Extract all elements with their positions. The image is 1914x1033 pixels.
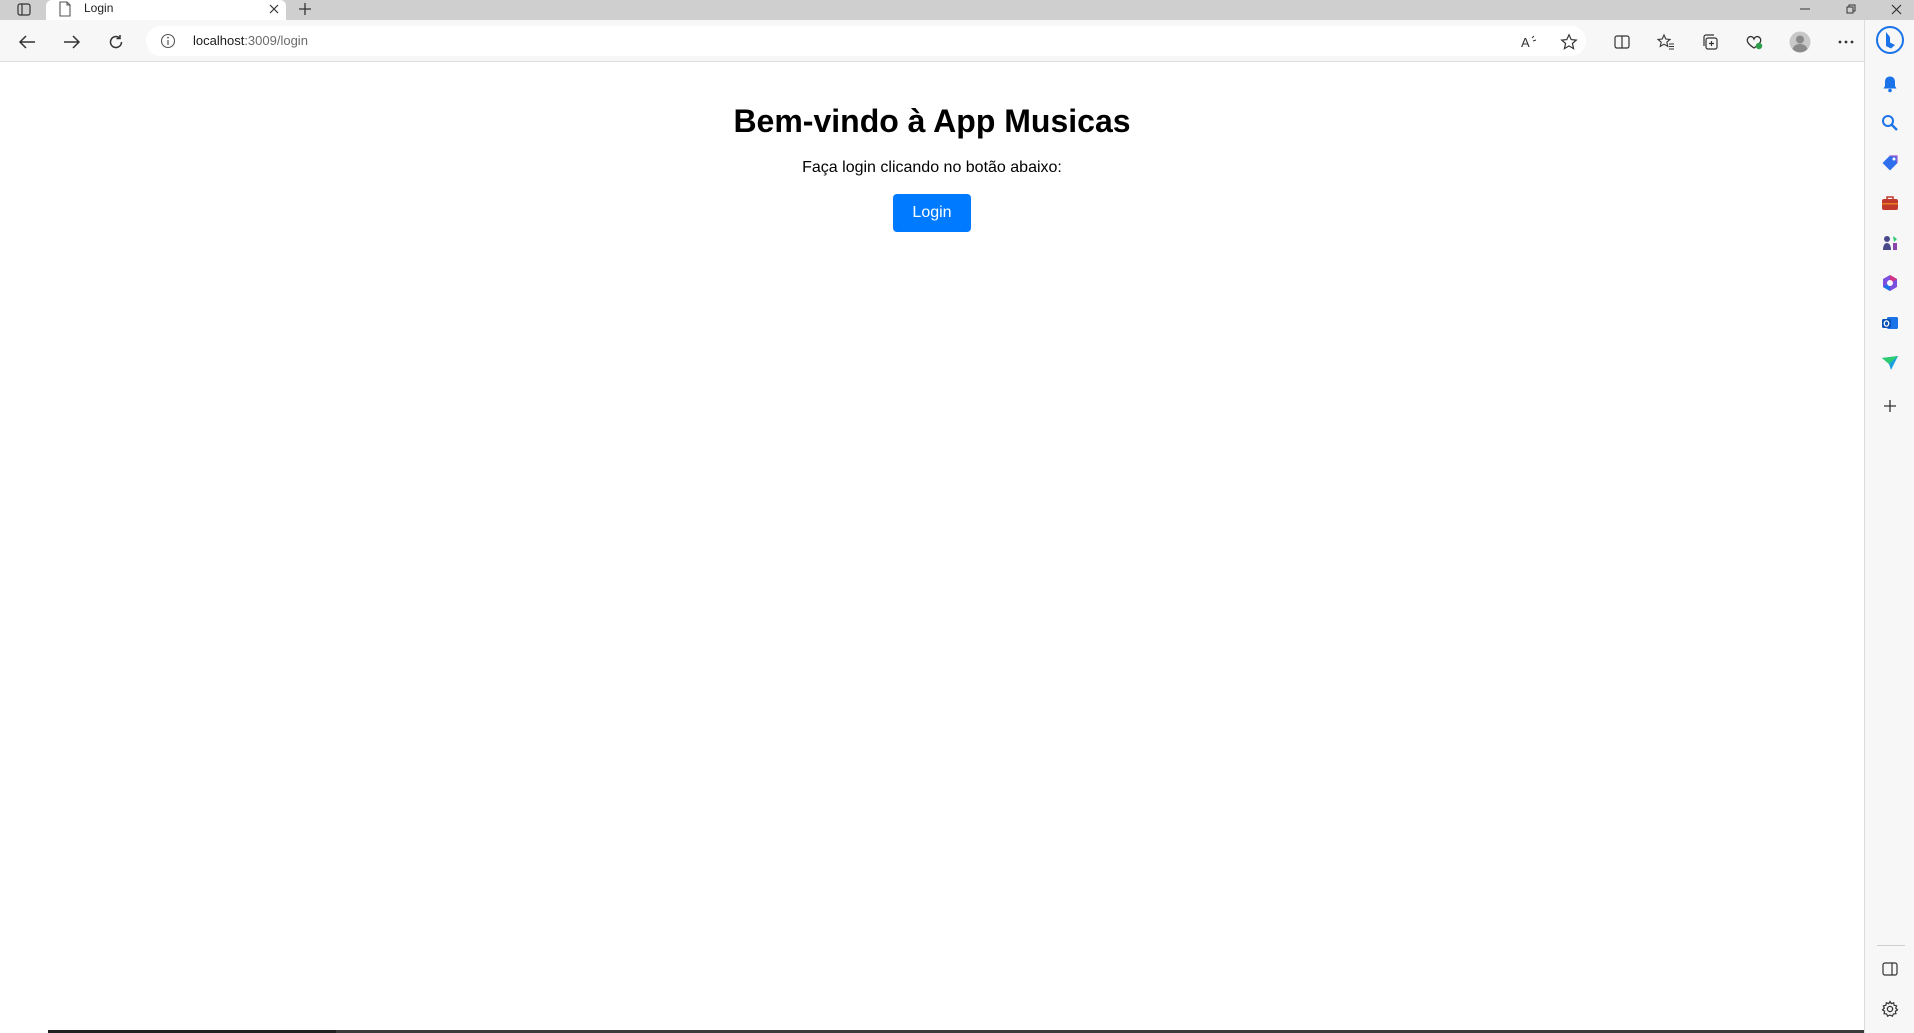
minimize-icon[interactable] [1785, 0, 1825, 18]
settings-icon[interactable] [1876, 995, 1904, 1023]
page-title: Bem-vindo à App Musicas [733, 103, 1131, 139]
page-icon [58, 1, 74, 17]
shopping-icon[interactable] [1876, 149, 1904, 177]
close-window-icon[interactable] [1876, 0, 1914, 18]
tab-strip: Login [0, 0, 1914, 20]
restore-icon[interactable] [1831, 0, 1871, 18]
address-bar[interactable]: localhost:3009/login [146, 26, 1586, 56]
refresh-icon[interactable] [102, 28, 130, 56]
tools-icon[interactable] [1876, 189, 1904, 217]
forward-icon[interactable] [58, 28, 86, 56]
games-icon[interactable] [1876, 229, 1904, 257]
search-icon[interactable] [1876, 109, 1904, 137]
browser-toolbar: localhost:3009/login A [0, 20, 1914, 62]
close-icon[interactable] [265, 0, 283, 18]
url-path: :3009/login [244, 33, 308, 48]
sidebar-divider [1877, 945, 1905, 946]
favorite-star-icon[interactable] [1555, 28, 1583, 56]
info-icon[interactable] [160, 33, 176, 49]
browser-essentials-icon[interactable] [1740, 28, 1768, 56]
tab-title: Login [84, 1, 114, 15]
add-icon[interactable] [1876, 392, 1904, 420]
microsoft-365-icon[interactable] [1876, 269, 1904, 297]
hide-sidebar-icon[interactable] [1876, 955, 1904, 983]
collections-icon[interactable] [1696, 28, 1724, 56]
login-button[interactable]: Login [893, 194, 971, 232]
profile-icon[interactable] [1786, 28, 1814, 56]
back-icon[interactable] [13, 28, 41, 56]
url-host: localhost [193, 33, 245, 48]
bing-copilot-icon[interactable] [1874, 24, 1906, 56]
drop-icon[interactable] [1876, 349, 1904, 377]
read-aloud-icon[interactable]: A [1515, 28, 1543, 56]
favorites-icon[interactable] [1652, 28, 1680, 56]
svg-text:A: A [1521, 35, 1530, 50]
more-icon[interactable] [1832, 28, 1860, 56]
edge-sidebar [1864, 20, 1914, 1033]
page-content: Bem-vindo à App Musicas Faça login clica… [0, 62, 1864, 1033]
tab-login[interactable]: Login [46, 0, 286, 20]
url-text[interactable]: localhost:3009/login [193, 33, 308, 49]
page-subtitle: Faça login clicando no botão abaixo: [802, 159, 1062, 176]
plus-icon[interactable] [294, 0, 316, 18]
notifications-icon[interactable] [1876, 70, 1904, 98]
tab-actions-icon[interactable] [12, 0, 36, 18]
split-screen-icon[interactable] [1608, 28, 1636, 56]
outlook-icon[interactable] [1876, 309, 1904, 337]
